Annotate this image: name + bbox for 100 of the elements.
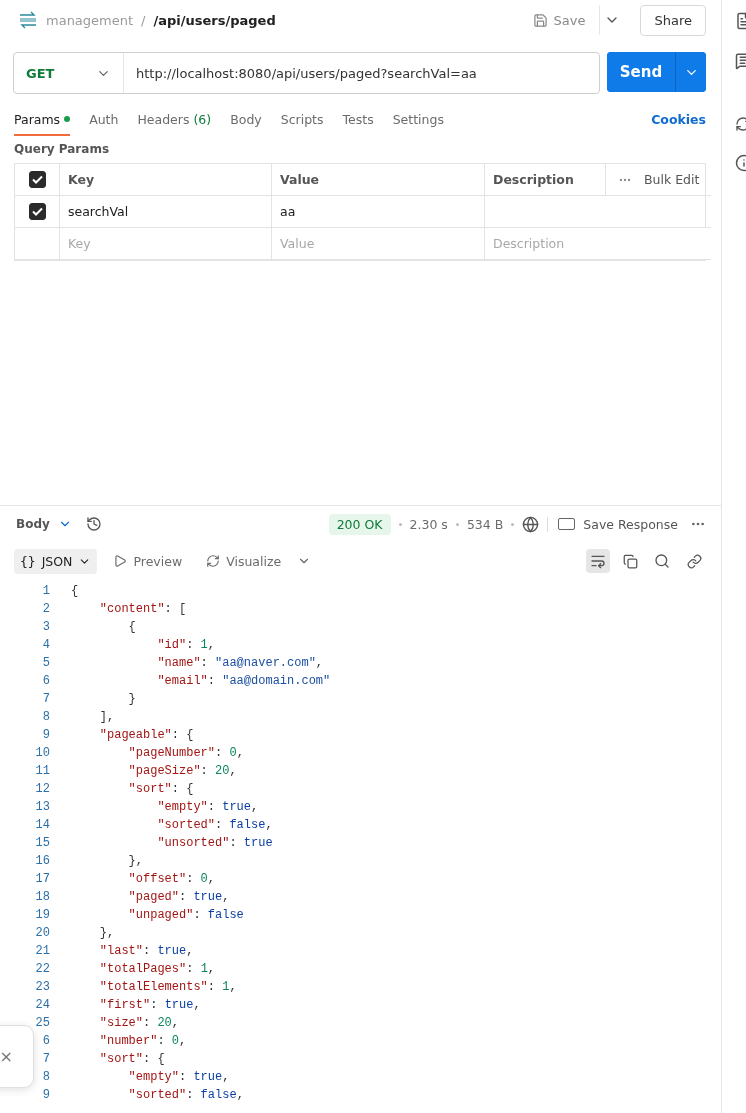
request-tab[interactable]: Body <box>230 102 262 136</box>
code-line: ], <box>98 710 115 724</box>
column-header: Description <box>485 164 606 196</box>
input-field[interactable]: Value <box>272 228 485 260</box>
save-icon <box>532 12 548 28</box>
code-line: }, <box>98 926 115 940</box>
line-number: 14 <box>34 818 50 832</box>
code-line: { <box>127 620 136 634</box>
share-button[interactable]: Share <box>640 4 706 36</box>
collection-name[interactable]: management <box>46 12 134 28</box>
line-number: 6 <box>41 1034 50 1048</box>
code-line: { <box>71 584 79 598</box>
checkbox[interactable] <box>28 171 46 188</box>
column-header: Value <box>272 164 485 196</box>
request-tab[interactable]: Settings <box>392 102 444 136</box>
save-response-button[interactable]: Save Response <box>547 516 678 532</box>
code-line: } <box>127 692 136 706</box>
code-line: "content": [ <box>98 602 187 616</box>
line-number: 9 <box>41 728 50 742</box>
checkbox[interactable] <box>28 203 46 220</box>
line-number: 20 <box>34 926 50 940</box>
line-number: 19 <box>34 908 50 922</box>
request-name: /api/users/paged <box>153 12 276 28</box>
line-number: 9 <box>41 1088 50 1102</box>
method-select[interactable]: GET <box>14 53 124 93</box>
code-line: "empty": true, <box>127 1070 230 1084</box>
line-number: 7 <box>41 1052 50 1066</box>
code-line: "size": 20, <box>98 1016 180 1030</box>
check-icon <box>31 207 43 216</box>
response-size: 534 B <box>466 516 504 532</box>
example-icon <box>558 518 576 530</box>
bulk-edit-button[interactable]: Bulk Edit <box>606 164 712 196</box>
url-bar[interactable]: GET http://localhost:8080/api/users/paged?searchVal=aa <box>13 52 600 94</box>
line-number: 7 <box>41 692 50 706</box>
line-number: 6 <box>41 674 50 688</box>
history-icon[interactable] <box>85 516 102 532</box>
visualize-button[interactable]: Visualize <box>198 553 290 569</box>
code-line: "totalPages": 1, <box>98 962 216 976</box>
code-line: "name": "aa@naver.com", <box>156 656 324 670</box>
url-field[interactable]: http://localhost:8080/api/users/paged?searchVal=aa <box>124 65 599 81</box>
tab-count: (6) <box>193 111 212 127</box>
request-tab[interactable]: Headers (6) <box>137 102 212 136</box>
line-number: 24 <box>34 998 50 1012</box>
line-number: 3 <box>41 620 50 634</box>
line-number: 8 <box>41 710 50 724</box>
request-tab[interactable]: Tests <box>342 102 374 136</box>
play-icon <box>113 554 128 568</box>
code-line: "offset": 0, <box>127 872 215 886</box>
input-field[interactable]: Key <box>60 228 272 260</box>
status-badge: 200 OK <box>328 513 391 535</box>
line-number: 5 <box>41 656 50 670</box>
line-number: 12 <box>34 782 50 796</box>
code-line: "empty": true, <box>156 800 259 814</box>
line-number: 13 <box>34 800 50 814</box>
line-number: 15 <box>34 836 50 850</box>
code-line: "paged": true, <box>127 890 230 904</box>
code-line: "last": true, <box>98 944 194 958</box>
code-line: "totalElements": 1, <box>98 980 237 994</box>
code-line: "first": true, <box>98 998 201 1012</box>
request-tab[interactable]: Params <box>14 102 71 136</box>
code-line: "id": 1, <box>156 638 215 652</box>
code-line: "number": 0, <box>98 1034 187 1048</box>
line-number: 10 <box>34 746 50 760</box>
code-line: "pageSize": 20, <box>127 764 237 778</box>
format-dropdown[interactable]: {} JSON <box>14 548 98 574</box>
code-line: "unpaged": false <box>127 908 244 922</box>
line-number: 2 <box>41 602 50 616</box>
line-number: 4 <box>41 638 50 652</box>
code-line: "pageNumber": 0, <box>127 746 244 760</box>
code-line: "email": "aa@domain.com" <box>156 674 331 688</box>
input-field[interactable]: Description <box>485 228 712 260</box>
code-line: "pageable": { <box>98 728 194 742</box>
line-number: 17 <box>34 872 50 886</box>
body-dropdown[interactable]: Body <box>16 517 72 531</box>
cookies-link[interactable]: Cookies <box>651 111 706 127</box>
wrap-icon[interactable] <box>586 549 610 573</box>
section-title: Query Params <box>14 142 111 158</box>
line-number: 1 <box>41 584 50 598</box>
line-number: 8 <box>41 1070 50 1084</box>
check-icon <box>31 175 43 184</box>
http-icon <box>18 11 38 29</box>
breadcrumb-separator: / <box>141 12 146 28</box>
code-line: "unsorted": true <box>156 836 273 850</box>
line-number: 22 <box>34 962 50 976</box>
code-line: }, <box>127 854 143 868</box>
column-header: Key <box>60 164 272 196</box>
request-tab[interactable]: Scripts <box>280 102 324 136</box>
line-number: 16 <box>34 854 50 868</box>
response-time: 2.30 s <box>409 516 448 532</box>
close-button[interactable]: × <box>0 1047 13 1066</box>
line-number: 23 <box>34 980 50 994</box>
save-button[interactable]: Save <box>526 5 592 35</box>
request-tab[interactable]: Auth <box>89 102 119 136</box>
code-line: "sort": { <box>98 1052 165 1066</box>
refresh-icon <box>206 554 221 568</box>
line-number: 11 <box>34 764 50 778</box>
globe-icon[interactable] <box>522 515 540 533</box>
line-number: 18 <box>34 890 50 904</box>
code-line: "sort": { <box>127 782 194 796</box>
preview-button[interactable]: Preview <box>105 553 191 569</box>
